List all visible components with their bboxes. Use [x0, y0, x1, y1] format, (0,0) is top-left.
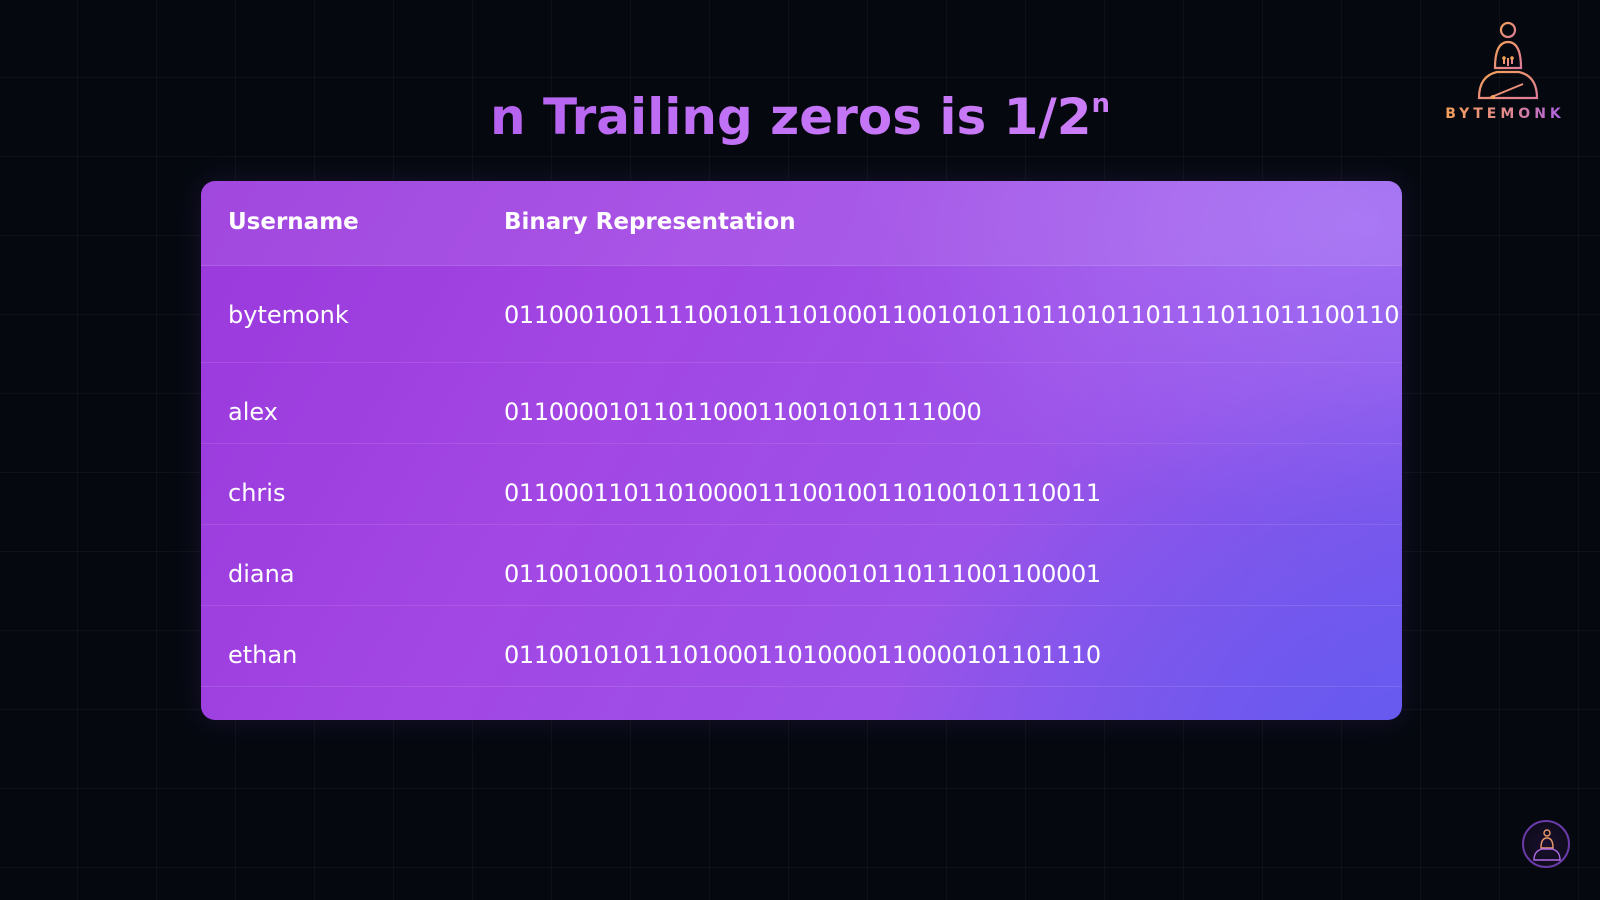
binary-table: Username Binary Representation bytemonk …: [201, 181, 1402, 720]
table-header: Username Binary Representation: [201, 181, 1402, 266]
channel-avatar-badge: [1522, 820, 1570, 868]
title-text: n Trailing zeros is 1/2: [489, 88, 1092, 146]
header-binary: Binary Representation: [504, 209, 796, 235]
username-cell: chris: [228, 479, 286, 507]
title-superscript: n: [1091, 89, 1111, 119]
table-row: bytemonk 0110001001111001011101000110010…: [201, 266, 1402, 363]
page-title: n Trailing zeros is 1/2n: [0, 88, 1600, 146]
username-cell: diana: [228, 560, 295, 588]
binary-cell: 0110001001111001011101000110010101101101…: [504, 301, 1402, 329]
binary-cell: 01100001011011000110010101111000: [504, 398, 982, 426]
table-row: alex 01100001011011000110010101111000: [201, 363, 1402, 444]
username-cell: alex: [228, 398, 278, 426]
table-row: chris 0110001101101000011100100110100101…: [201, 444, 1402, 525]
meditating-monk-icon: [1477, 21, 1539, 100]
monk-avatar-icon: [1533, 829, 1561, 861]
username-cell: ethan: [228, 641, 298, 669]
logo-text: BYTEMONK: [1440, 106, 1570, 122]
binary-cell: 0110001101101000011100100110100101110011: [504, 479, 1101, 507]
bytemonk-logo: BYTEMONK: [1440, 18, 1570, 128]
header-username: Username: [228, 209, 359, 235]
table-row: ethan 0110010101110100011010000110000101…: [201, 606, 1402, 687]
username-cell: bytemonk: [228, 301, 349, 329]
binary-cell: 0110010001101001011000010110111001100001: [504, 560, 1101, 588]
binary-cell: 0110010101110100011010000110000101101110: [504, 641, 1101, 669]
table-row: diana 0110010001101001011000010110111001…: [201, 525, 1402, 606]
